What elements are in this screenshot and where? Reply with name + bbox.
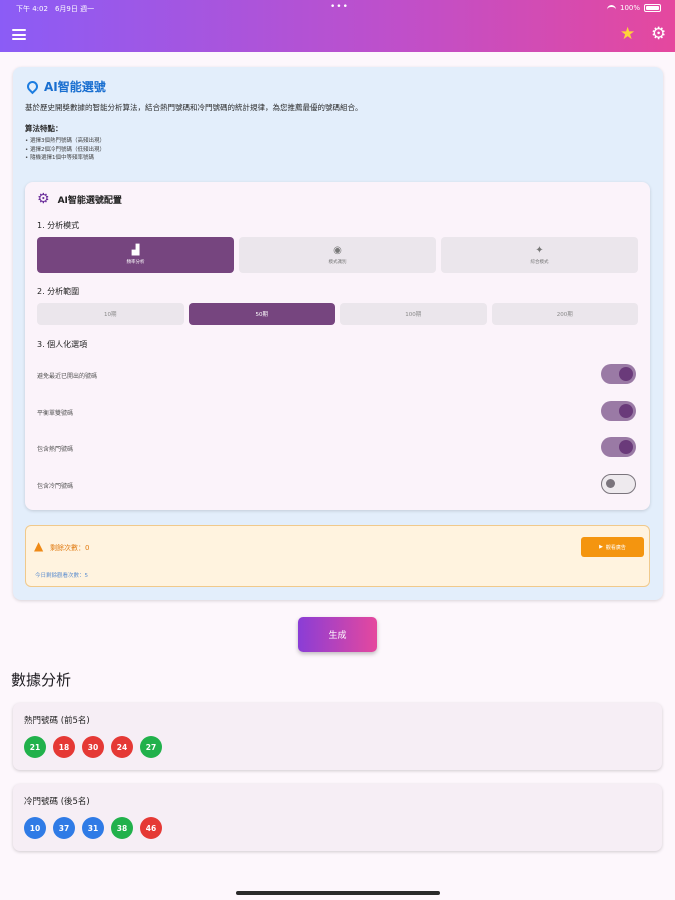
sparkle-icon: ✦ [535, 244, 544, 256]
number-ball: 46 [140, 817, 162, 839]
gear-icon[interactable]: ⚙ [651, 24, 666, 44]
algorithm-point: • 隨機選擇1個中等頻率號碼 [25, 155, 94, 161]
number-ball: 21 [24, 736, 46, 758]
mode-combined-button[interactable]: ✦ 綜合模式 [441, 237, 638, 273]
number-ball: 24 [111, 736, 133, 758]
option-balance-label: 平衡單雙號碼 [37, 410, 74, 417]
remaining-count: 剩餘次數：0 [50, 544, 90, 552]
bulb-icon: ◉ [333, 244, 342, 256]
number-ball: 10 [24, 817, 46, 839]
number-ball: 31 [82, 817, 104, 839]
option-cold-toggle[interactable] [601, 474, 636, 494]
mode-pattern-button[interactable]: ◉ 模式識別 [239, 237, 436, 273]
usage-warning: ▲ 剩餘次數：0 ▶ 觀看廣告 今日剩餘觀看次數：5 [25, 525, 650, 587]
daily-remaining: 今日剩餘觀看次數：5 [35, 573, 88, 579]
cold-numbers-card: 冷門號碼 (後5名) 10 37 31 38 46 [13, 784, 662, 851]
section-personalization: 3. 個人化選項 [37, 340, 88, 349]
number-ball: 27 [140, 736, 162, 758]
bar-chart-icon: ▟ [131, 244, 140, 256]
range-100-button[interactable]: 100期 [340, 303, 487, 325]
range-50-button[interactable]: 50期 [188, 303, 335, 325]
option-balance-toggle[interactable] [601, 401, 636, 421]
mode-label: 綜合模式 [530, 259, 549, 265]
option-avoid-recent-toggle[interactable] [601, 364, 636, 384]
cold-numbers-list: 10 37 31 38 46 [24, 817, 162, 839]
menu-icon[interactable] [12, 29, 26, 40]
ai-selection-card: AI智能選號 基於歷史開獎數據的智能分析算法，結合熱門號碼和冷門號碼的統計規律，… [13, 67, 663, 600]
status-right: 100% [606, 4, 661, 12]
mode-frequency-button[interactable]: ▟ 頻率分析 [37, 237, 234, 273]
settings-gear-icon: ⚙ [37, 191, 50, 207]
hot-numbers-label: 熱門號碼 (前5名) [24, 716, 90, 726]
status-dots: ••• [330, 2, 349, 12]
home-indicator [236, 891, 440, 895]
watch-ad-button[interactable]: ▶ 觀看廣告 [581, 537, 644, 557]
mode-selector: ▟ 頻率分析 ◉ 模式識別 ✦ 綜合模式 [37, 237, 638, 273]
hot-numbers-card: 熱門號碼 (前5名) 21 18 30 24 27 [13, 703, 662, 770]
wifi-icon [606, 4, 616, 12]
option-avoid-recent-label: 避免最近已開出的號碼 [37, 373, 98, 380]
number-ball: 38 [111, 817, 133, 839]
analysis-title: 數據分析 [11, 671, 72, 689]
option-hot-toggle[interactable] [601, 437, 636, 457]
hot-numbers-list: 21 18 30 24 27 [24, 736, 162, 758]
mode-label: 模式識別 [328, 259, 347, 265]
ai-card-description: 基於歷史開獎數據的智能分析算法，結合熱門號碼和冷門號碼的統計規律，為您推薦最優的… [25, 103, 363, 112]
status-time: 下午 4:02 6月9日 週一 [16, 5, 95, 13]
play-icon: ▶ [599, 544, 603, 550]
battery-icon [644, 4, 661, 12]
section-analysis-mode: 1. 分析模式 [37, 221, 80, 230]
cold-numbers-label: 冷門號碼 (後5名) [24, 797, 90, 807]
warning-icon: ▲ [34, 539, 44, 553]
status-bar: 下午 4:02 6月9日 週一 ••• 100% [0, 2, 675, 16]
algorithm-point: • 選擇2個冷門號碼（低頻出現） [25, 146, 105, 153]
app-bar: 下午 4:02 6月9日 週一 ••• 100% ★ ⚙ [0, 0, 675, 52]
algorithm-point: • 選擇3個熱門號碼（高頻出現） [25, 138, 105, 144]
ai-card-header: AI智能選號 [24, 78, 106, 95]
algorithm-list: • 選擇3個熱門號碼（高頻出現） • 選擇2個冷門號碼（低頻出現） • 隨機選擇… [25, 137, 105, 163]
star-icon[interactable]: ★ [620, 24, 635, 44]
config-panel: ⚙ AI智能選號配置 1. 分析模式 ▟ 頻率分析 ◉ 模式識別 ✦ 綜合模式 … [25, 182, 650, 510]
watch-ad-label: 觀看廣告 [605, 544, 626, 551]
ai-card-title: AI智能選號 [44, 80, 106, 94]
option-hot-label: 包含熱門號碼 [37, 446, 74, 453]
range-selector: 10期 50期 100期 200期 [37, 303, 638, 325]
range-10-button[interactable]: 10期 [37, 303, 184, 325]
battery-percent: 100% [619, 4, 640, 12]
generate-button[interactable]: 生成 [298, 617, 377, 652]
range-200-button[interactable]: 200期 [491, 303, 638, 325]
location-pin-icon [24, 78, 41, 95]
section-analysis-range: 2. 分析範圍 [37, 287, 80, 296]
number-ball: 30 [82, 736, 104, 758]
number-ball: 18 [53, 736, 75, 758]
config-header: ⚙ AI智能選號配置 [37, 192, 122, 206]
option-cold-label: 包含冷門號碼 [37, 483, 74, 490]
config-title: AI智能選號配置 [57, 195, 122, 206]
number-ball: 37 [53, 817, 75, 839]
algorithm-title: 算法特點： [25, 124, 63, 133]
mode-label: 頻率分析 [126, 259, 145, 265]
